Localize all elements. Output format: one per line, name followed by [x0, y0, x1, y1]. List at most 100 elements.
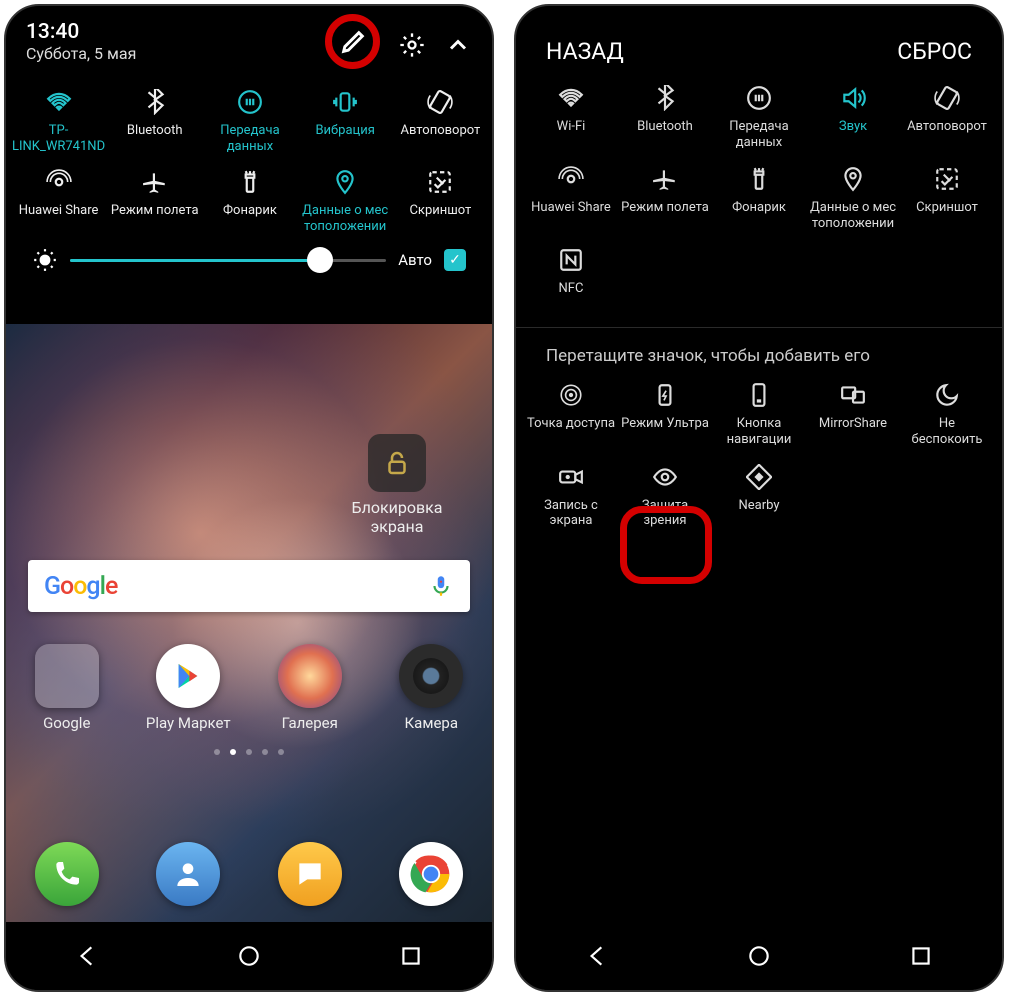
dnd-icon: [934, 382, 960, 408]
app-google-folder[interactable]: Google: [6, 644, 128, 732]
dock-chrome[interactable]: [371, 842, 493, 912]
nfc-icon: [558, 247, 584, 273]
qs-tile-rotate[interactable]: Автоповорот: [902, 83, 992, 150]
auto-brightness-label: Авто: [398, 251, 432, 269]
page-indicator: [6, 749, 492, 755]
hotspot-icon: [558, 382, 584, 408]
qs-tile-airplane[interactable]: Режим полета: [620, 164, 710, 231]
quick-settings-panel: TP-LINK_WR741NDBluetoothПередача данныхВ…: [6, 75, 492, 299]
nav-bar-right: [516, 922, 1002, 990]
nav-recent[interactable]: [398, 943, 424, 969]
qs-tile-mirror[interactable]: MirrorShare: [808, 380, 898, 447]
qs-tile-eye[interactable]: Защита зрения: [620, 462, 710, 529]
highlight-edit-icon: [325, 14, 380, 69]
qs-tile-bluetooth[interactable]: Bluetooth: [109, 85, 200, 155]
nav-recent[interactable]: [908, 943, 934, 969]
lock-icon: [382, 448, 412, 478]
app-play-store[interactable]: Play Маркет: [128, 644, 250, 732]
qs-tile-navbutton[interactable]: Кнопка навигации: [714, 380, 804, 447]
nearby-icon: [746, 464, 772, 490]
qs-tile-share[interactable]: Huawei Share: [526, 164, 616, 231]
google-logo: Google: [44, 572, 117, 601]
back-button[interactable]: НАЗАД: [546, 38, 624, 65]
rotate-icon: [427, 89, 453, 115]
qs-tile-dnd[interactable]: Не беспокоить: [902, 380, 992, 447]
google-search-bar[interactable]: Google: [28, 560, 470, 612]
qs-tile-hotspot[interactable]: Точка доступа: [526, 380, 616, 447]
dock: [6, 842, 492, 912]
screenshot-icon: [934, 166, 960, 192]
app-row: Google Play Маркет Галерея Камера: [6, 644, 492, 732]
slider-track[interactable]: [70, 259, 386, 262]
dock-contacts[interactable]: [128, 842, 250, 912]
nav-home[interactable]: [746, 943, 772, 969]
sound-icon: [840, 85, 866, 111]
share-icon: [46, 169, 72, 195]
app-gallery[interactable]: Галерея: [249, 644, 371, 732]
nav-bar: [6, 922, 492, 990]
ultra-icon: [652, 382, 678, 408]
phone-right: НАЗАД СБРОС Wi-FiBluetoothПередача данны…: [514, 4, 1004, 992]
wifi-icon: [46, 89, 72, 115]
qs-tile-vibrate[interactable]: Вибрация: [300, 85, 391, 155]
status-bar: 13:40 Суббота, 5 мая: [6, 6, 492, 75]
qs-tile-rotate[interactable]: Автоповорот: [395, 85, 486, 155]
lock-widget[interactable]: Блокировка экрана: [347, 434, 447, 536]
qs-tile-ultra[interactable]: Режим Ультра: [620, 380, 710, 447]
dock-phone[interactable]: [6, 842, 128, 912]
qs-tile-location[interactable]: Данные о мес тоположении: [300, 165, 391, 235]
mirror-icon: [840, 382, 866, 408]
data-icon: [237, 89, 263, 115]
qs-tile-location[interactable]: Данные о мес тоположении: [808, 164, 898, 231]
qs-tile-wifi[interactable]: Wi-Fi: [526, 83, 616, 150]
brightness-icon: [32, 247, 58, 273]
brightness-slider[interactable]: Авто ✓: [12, 235, 486, 281]
torch-icon: [746, 166, 772, 192]
dock-messages[interactable]: [249, 842, 371, 912]
qs-tile-nearby[interactable]: Nearby: [714, 462, 804, 529]
rotate-icon: [934, 85, 960, 111]
wallpaper: Блокировка экрана Google Google Play Мар…: [6, 324, 492, 922]
slider-thumb[interactable]: [307, 247, 333, 273]
bluetooth-icon: [652, 85, 678, 111]
location-icon: [332, 169, 358, 195]
wifi-icon: [558, 85, 584, 111]
qs-tile-torch[interactable]: Фонарик: [714, 164, 804, 231]
settings-icon[interactable]: [398, 31, 426, 59]
auto-brightness-checkbox[interactable]: ✓: [444, 249, 466, 271]
record-icon: [558, 464, 584, 490]
drag-hint: Перетащите значок, чтобы добавить его: [516, 327, 1002, 380]
share-icon: [558, 166, 584, 192]
edit-icon[interactable]: [339, 28, 367, 56]
qs-tile-airplane[interactable]: Режим полета: [109, 165, 200, 235]
airplane-icon: [652, 166, 678, 192]
eye-icon: [652, 464, 678, 490]
qs-tile-wifi[interactable]: TP-LINK_WR741ND: [12, 85, 105, 155]
phone-left: 13:40 Суббота, 5 мая TP-LINK_WR741NDBlue…: [4, 4, 494, 992]
qs-tile-screenshot[interactable]: Скриншот: [902, 164, 992, 231]
qs-tile-sound[interactable]: Звук: [808, 83, 898, 150]
lock-label: Блокировка экрана: [347, 498, 447, 536]
qs-tile-screenshot[interactable]: Скриншот: [395, 165, 486, 235]
status-time: 13:40: [26, 20, 136, 44]
nav-back[interactable]: [74, 943, 100, 969]
qs-tile-nfc[interactable]: NFC: [526, 245, 616, 309]
status-date: Суббота, 5 мая: [26, 44, 136, 63]
nav-home[interactable]: [236, 943, 262, 969]
app-camera[interactable]: Камера: [371, 644, 493, 732]
screenshot-icon: [427, 169, 453, 195]
mic-icon[interactable]: [428, 573, 454, 599]
qs-tile-record[interactable]: Запись с экрана: [526, 462, 616, 529]
qs-tile-data[interactable]: Передача данных: [714, 83, 804, 150]
reset-button[interactable]: СБРОС: [897, 38, 972, 65]
qs-tile-bluetooth[interactable]: Bluetooth: [620, 83, 710, 150]
nav-back[interactable]: [584, 943, 610, 969]
navbutton-icon: [746, 382, 772, 408]
collapse-icon[interactable]: [444, 31, 472, 59]
qs-tile-torch[interactable]: Фонарик: [204, 165, 295, 235]
qs-tile-share[interactable]: Huawei Share: [12, 165, 105, 235]
data-icon: [746, 85, 772, 111]
qs-tile-data[interactable]: Передача данных: [204, 85, 295, 155]
torch-icon: [237, 169, 263, 195]
airplane-icon: [142, 169, 168, 195]
